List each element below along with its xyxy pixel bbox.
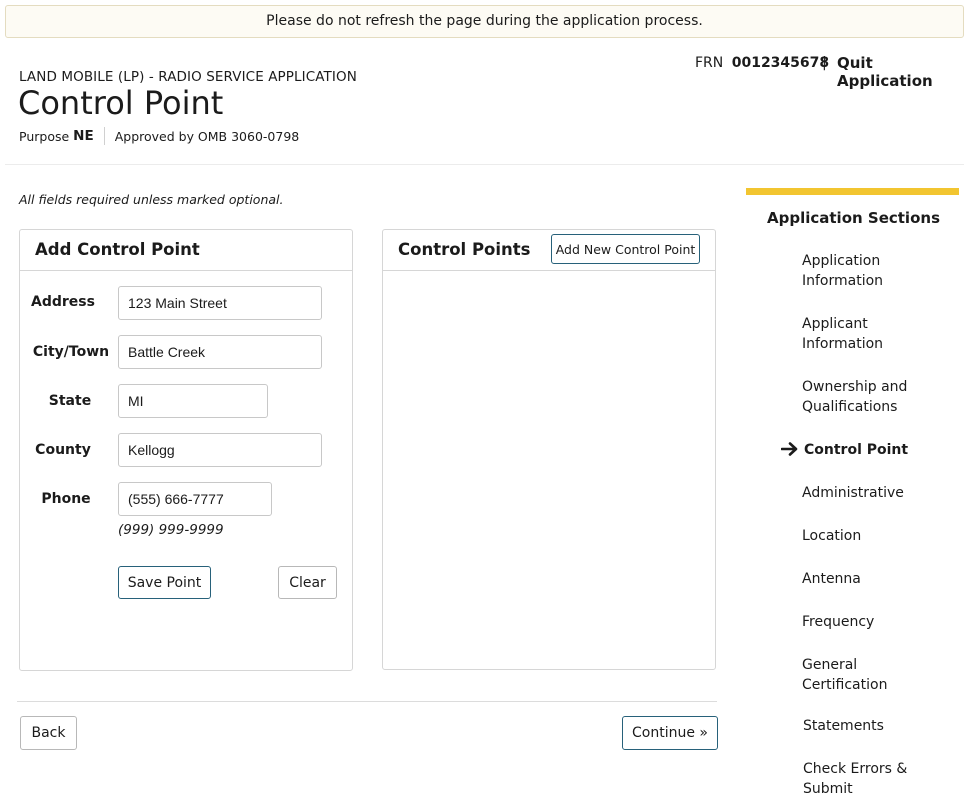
sidebar-item-administrative[interactable]: Administrative — [802, 483, 952, 503]
footer-divider — [17, 701, 717, 702]
city-input[interactable] — [118, 335, 322, 369]
sidebar-item-check-errors-and-submit[interactable]: Check Errors & Submit — [803, 759, 918, 799]
sidebar-item-location[interactable]: Location — [802, 526, 952, 546]
back-button[interactable]: Back — [20, 716, 77, 750]
sidebar-item-antenna[interactable]: Antenna — [802, 569, 952, 589]
frn-label: FRN — [695, 55, 724, 71]
continue-button[interactable]: Continue » — [622, 716, 718, 750]
control-points-panel: Control Points — [382, 229, 716, 670]
purpose-label: Purpose — [19, 128, 70, 144]
phone-input[interactable] — [118, 482, 272, 516]
clear-button[interactable]: Clear — [278, 566, 337, 599]
state-input[interactable] — [118, 384, 268, 418]
purpose-value: NE — [73, 128, 94, 144]
service-name: LAND MOBILE (LP) - RADIO SERVICE APPLICA… — [19, 69, 357, 85]
address-label: Address — [31, 294, 95, 310]
phone-label: Phone — [41, 491, 91, 507]
omb-approval: Approved by OMB 3060-0798 — [114, 128, 300, 144]
sidebar-item-ownership-and-qualifications[interactable]: Ownership and Qualifications — [802, 377, 952, 417]
sidebar-title: Application Sections — [767, 209, 940, 227]
refresh-warning-banner: Please do not refresh the page during th… — [5, 5, 964, 38]
purpose-line: Purpose NE Approved by OMB 3060-0798 — [19, 127, 299, 145]
sidebar-item-general-certification[interactable]: General Certification — [802, 655, 912, 695]
sidebar-item-frequency[interactable]: Frequency — [802, 612, 952, 632]
current-section-arrow-icon — [781, 442, 798, 456]
state-label: State — [48, 393, 92, 409]
save-point-button[interactable]: Save Point — [118, 566, 211, 599]
phone-format-hint: (999) 999-9999 — [118, 522, 224, 538]
sidebar-item-statements[interactable]: Statements — [803, 716, 953, 736]
address-input[interactable] — [118, 286, 322, 320]
panel-title: Control Points — [398, 240, 531, 259]
frn-display: FRN 0012345678 — [695, 55, 829, 71]
add-new-control-point-button[interactable]: Add New Control Point — [551, 234, 700, 264]
county-input[interactable] — [118, 433, 322, 467]
divider — [103, 127, 105, 145]
county-label: County — [35, 442, 91, 458]
required-fields-note: All fields required unless marked option… — [19, 192, 284, 207]
header-separator: | — [822, 55, 827, 71]
city-label: City/Town — [32, 344, 110, 360]
sidebar-item-applicant-information[interactable]: Applicant Information — [802, 314, 952, 354]
quit-application-link[interactable]: Quit Application — [837, 54, 969, 90]
sidebar-accent-bar — [746, 188, 959, 195]
header-divider — [5, 164, 964, 165]
panel-title: Add Control Point — [35, 240, 200, 259]
sidebar-item-control-point[interactable]: Control Point — [804, 440, 954, 460]
page-title: Control Point — [18, 84, 224, 122]
panel-header: Add Control Point — [20, 230, 352, 271]
sidebar-item-application-information[interactable]: Application Information — [802, 251, 952, 291]
frn-value: 0012345678 — [731, 55, 830, 71]
